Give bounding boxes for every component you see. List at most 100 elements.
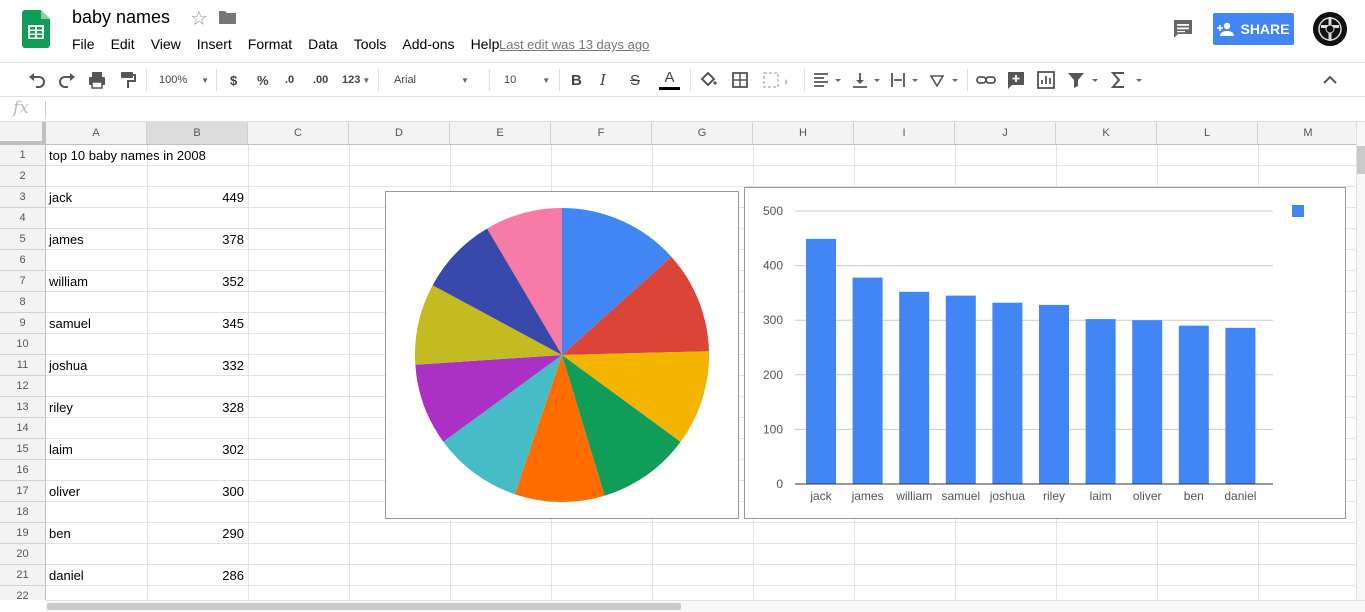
- menu-add-ons[interactable]: Add-ons: [402, 36, 454, 52]
- cell-count[interactable]: 378: [147, 229, 244, 250]
- cell-name[interactable]: jack: [49, 187, 144, 208]
- row-header-10[interactable]: 10: [0, 334, 46, 355]
- bar-jack[interactable]: [806, 238, 836, 484]
- bar-riley[interactable]: [1039, 304, 1069, 484]
- bar-joshua[interactable]: [992, 302, 1023, 484]
- cell-name[interactable]: joshua: [49, 355, 144, 376]
- bar-chart[interactable]: 0 100 200 300 400 500 jack james william samuel jo…: [744, 187, 1346, 519]
- column-header-g[interactable]: G: [652, 122, 753, 145]
- bar-daniel[interactable]: [1225, 327, 1256, 484]
- font-family-select[interactable]: Arial ▼: [394, 70, 469, 90]
- cell-name[interactable]: laim: [49, 439, 144, 460]
- cell-name[interactable]: william: [49, 271, 144, 292]
- row-header-1[interactable]: 1: [0, 145, 46, 166]
- row-header-22[interactable]: 22: [0, 586, 46, 600]
- menu-edit[interactable]: Edit: [111, 36, 135, 52]
- pie-chart[interactable]: [385, 191, 739, 519]
- column-header-m[interactable]: M: [1258, 122, 1356, 145]
- column-header-h[interactable]: H: [753, 122, 854, 145]
- row-header-20[interactable]: 20: [0, 544, 46, 565]
- menu-view[interactable]: View: [151, 36, 181, 52]
- undo-icon[interactable]: [28, 70, 46, 90]
- column-header-k[interactable]: K: [1056, 122, 1157, 145]
- last-edit-link[interactable]: Last edit was 13 days ago: [499, 37, 649, 52]
- merge-cells-icon[interactable]: [762, 70, 790, 90]
- cell-name[interactable]: daniel: [49, 565, 144, 586]
- column-header-f[interactable]: F: [551, 122, 652, 145]
- row-header-9[interactable]: 9: [0, 313, 46, 334]
- zoom-select[interactable]: 100% ▼: [159, 70, 209, 90]
- cell-name[interactable]: riley: [49, 397, 144, 418]
- row-header-4[interactable]: 4: [0, 208, 46, 229]
- increase-decimal-button[interactable]: .00: [313, 70, 328, 90]
- bar-james[interactable]: [852, 277, 883, 484]
- text-wrapping-icon[interactable]: [889, 70, 921, 90]
- column-header-i[interactable]: I: [854, 122, 955, 145]
- row-header-5[interactable]: 5: [0, 229, 46, 250]
- comments-icon[interactable]: [1172, 18, 1194, 40]
- decrease-decimal-button[interactable]: .0: [285, 70, 294, 90]
- bar-oliver[interactable]: [1132, 320, 1163, 484]
- insert-comment-icon[interactable]: [1007, 70, 1025, 90]
- column-header-e[interactable]: E: [450, 122, 551, 145]
- row-header-8[interactable]: 8: [0, 292, 46, 313]
- cell-count[interactable]: 328: [147, 397, 244, 418]
- menu-data[interactable]: Data: [308, 36, 338, 52]
- star-icon[interactable]: ☆: [190, 6, 208, 31]
- functions-icon[interactable]: [1110, 70, 1144, 90]
- row-header-17[interactable]: 17: [0, 481, 46, 502]
- cell-count[interactable]: 449: [147, 187, 244, 208]
- paint-format-icon[interactable]: [119, 70, 137, 90]
- cell-count[interactable]: 300: [147, 481, 244, 502]
- bar-laim[interactable]: [1085, 319, 1116, 484]
- text-rotation-icon[interactable]: [929, 70, 961, 90]
- vertical-align-icon[interactable]: [851, 70, 883, 90]
- menu-tools[interactable]: Tools: [354, 36, 387, 52]
- percent-format-button[interactable]: %: [257, 70, 269, 90]
- row-header-7[interactable]: 7: [0, 271, 46, 292]
- fill-color-icon[interactable]: [699, 70, 717, 90]
- row-header-19[interactable]: 19: [0, 523, 46, 544]
- align-left-icon[interactable]: [812, 70, 844, 90]
- strikethrough-button[interactable]: S: [630, 70, 640, 90]
- cell-count[interactable]: 345: [147, 313, 244, 334]
- row-header-18[interactable]: 18: [0, 502, 46, 523]
- column-header-l[interactable]: L: [1157, 122, 1258, 145]
- cell-count[interactable]: 352: [147, 271, 244, 292]
- filter-icon[interactable]: [1066, 70, 1100, 90]
- cell-name[interactable]: oliver: [49, 481, 144, 502]
- cell-count[interactable]: 302: [147, 439, 244, 460]
- row-header-15[interactable]: 15: [0, 439, 46, 460]
- column-header-b[interactable]: B: [147, 122, 248, 145]
- collapse-menu-icon[interactable]: [1321, 70, 1339, 90]
- horizontal-scroll-thumb[interactable]: [47, 603, 681, 610]
- sheets-logo-icon[interactable]: [22, 10, 50, 48]
- cell-name[interactable]: samuel: [49, 313, 144, 334]
- formula-input[interactable]: [52, 100, 1352, 118]
- print-icon[interactable]: [88, 70, 106, 90]
- insert-chart-icon[interactable]: [1037, 70, 1055, 90]
- borders-icon[interactable]: [731, 70, 749, 90]
- cell-a1[interactable]: top 10 baby names in 2008: [49, 145, 349, 166]
- select-all-corner[interactable]: [0, 122, 46, 145]
- font-size-select[interactable]: 10 ▼: [504, 70, 550, 90]
- menu-file[interactable]: File: [72, 36, 95, 52]
- vertical-scrollbar[interactable]: [1356, 122, 1365, 600]
- menu-format[interactable]: Format: [248, 36, 292, 52]
- bar-ben[interactable]: [1178, 325, 1209, 484]
- menu-help[interactable]: Help: [471, 36, 500, 52]
- row-header-21[interactable]: 21: [0, 565, 46, 586]
- cell-count[interactable]: 286: [147, 565, 244, 586]
- column-header-d[interactable]: D: [349, 122, 450, 145]
- row-header-12[interactable]: 12: [0, 376, 46, 397]
- bar-samuel[interactable]: [945, 295, 976, 484]
- share-button[interactable]: SHARE: [1213, 13, 1294, 45]
- italic-button[interactable]: I: [600, 70, 606, 90]
- row-header-6[interactable]: 6: [0, 250, 46, 271]
- row-header-13[interactable]: 13: [0, 397, 46, 418]
- column-header-c[interactable]: C: [248, 122, 349, 145]
- cell-count[interactable]: 290: [147, 523, 244, 544]
- menu-insert[interactable]: Insert: [197, 36, 232, 52]
- document-title[interactable]: baby names: [72, 7, 170, 28]
- row-header-3[interactable]: 3: [0, 187, 46, 208]
